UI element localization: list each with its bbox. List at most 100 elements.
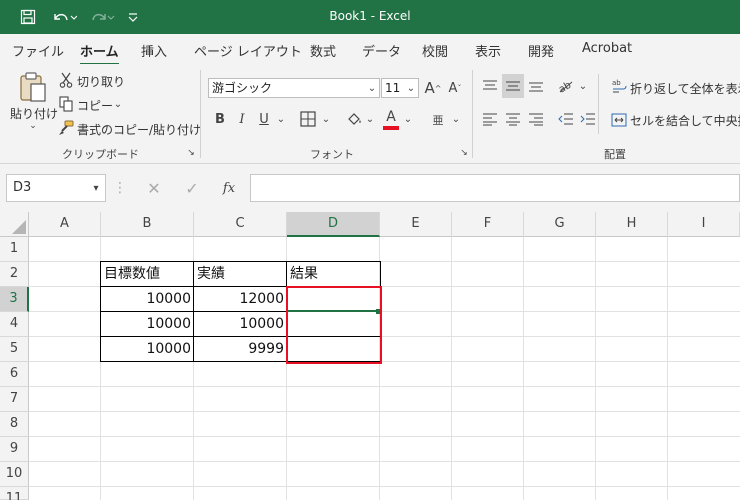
cut-button[interactable]: 切り取り: [77, 73, 125, 90]
column-header-d[interactable]: D: [287, 212, 380, 237]
row-header-8[interactable]: 8: [0, 412, 29, 437]
underline-button[interactable]: U: [255, 110, 273, 128]
tab-home[interactable]: ホーム: [80, 41, 119, 66]
row-header-4[interactable]: 4: [0, 312, 29, 337]
title-bar: Book1 - Excel: [0, 0, 740, 34]
column-header-f[interactable]: F: [452, 212, 524, 237]
paste-dropdown-icon[interactable]: ⌄: [26, 120, 40, 132]
format-painter-icon[interactable]: [58, 119, 74, 137]
column-header-h[interactable]: H: [596, 212, 668, 237]
font-color-icon[interactable]: A: [382, 108, 400, 126]
decrease-indent-icon[interactable]: [556, 110, 576, 128]
copy-dropdown-icon[interactable]: ⌄: [112, 97, 124, 111]
wrap-text-icon[interactable]: ab: [610, 76, 628, 96]
gridline: [29, 486, 740, 487]
merge-center-icon[interactable]: [610, 110, 628, 130]
align-left-icon[interactable]: [480, 110, 500, 128]
font-name-box[interactable]: 游ゴシック: [208, 78, 380, 98]
fill-handle[interactable]: [376, 309, 381, 314]
tab-developer[interactable]: 開発: [528, 41, 554, 60]
column-header-i[interactable]: I: [668, 212, 740, 237]
copy-button[interactable]: コピー: [77, 97, 113, 114]
cell-c4[interactable]: 10000: [194, 312, 286, 337]
column-header-g[interactable]: G: [524, 212, 596, 237]
merge-center-button[interactable]: セルを結合して中央揃え: [630, 112, 740, 129]
cell-d2[interactable]: 結果: [287, 262, 379, 287]
cell-d3[interactable]: [287, 287, 379, 312]
align-top-icon[interactable]: [480, 76, 500, 96]
align-right-icon[interactable]: [526, 110, 546, 128]
cancel-entry-icon[interactable]: ✕: [144, 178, 164, 198]
worksheet-grid[interactable]: A B C D E F G H I 1 2 3 4 5 6 7 8 9 10 1…: [0, 212, 740, 500]
borders-dropdown-icon[interactable]: ⌄: [320, 111, 332, 127]
tab-formulas[interactable]: 数式: [310, 41, 336, 60]
column-header-a[interactable]: A: [29, 212, 101, 237]
row-header-10[interactable]: 10: [0, 462, 29, 487]
borders-icon[interactable]: [298, 110, 318, 128]
tab-file[interactable]: ファイル: [12, 41, 64, 60]
grow-font-icon[interactable]: A ^: [423, 78, 443, 98]
format-painter-button[interactable]: 書式のコピー/貼り付け: [77, 121, 201, 138]
column-header-c[interactable]: C: [194, 212, 287, 237]
row-header-9[interactable]: 9: [0, 437, 29, 462]
row-header-6[interactable]: 6: [0, 362, 29, 387]
underline-dropdown-icon[interactable]: ⌄: [275, 111, 287, 127]
tab-page-layout[interactable]: ページ レイアウト: [194, 41, 302, 60]
bold-button[interactable]: B: [211, 110, 229, 128]
table-border: [100, 311, 381, 312]
row-header-7[interactable]: 7: [0, 387, 29, 412]
cell-d4[interactable]: [287, 312, 379, 337]
tab-acrobat[interactable]: Acrobat: [582, 41, 632, 56]
increase-indent-icon[interactable]: [578, 110, 598, 128]
clipboard-launcher-icon[interactable]: ↘: [186, 148, 196, 158]
cell-b5[interactable]: 10000: [101, 337, 193, 362]
font-size-dropdown-icon[interactable]: ⌄: [405, 80, 417, 96]
cell-d5[interactable]: [287, 337, 379, 362]
column-header-b[interactable]: B: [101, 212, 194, 237]
row-header-11[interactable]: 11: [0, 487, 29, 500]
align-bottom-icon[interactable]: [526, 76, 546, 96]
fill-color-dropdown-icon[interactable]: ⌄: [364, 111, 376, 127]
row-header-3[interactable]: 3: [0, 287, 29, 312]
cell-b2[interactable]: 目標数値: [101, 262, 193, 287]
select-all-corner[interactable]: [0, 212, 29, 237]
row-header-1[interactable]: 1: [0, 237, 29, 262]
phonetic-guide-icon[interactable]: 亜: [428, 110, 448, 130]
ribbon: 貼り付け ⌄ 切り取り コピー ⌄ 書式のコピー/貼り付け クリップボード ↘ …: [0, 64, 740, 164]
table-border: [100, 336, 381, 337]
gridline: [29, 436, 740, 437]
font-color-dropdown-icon[interactable]: ⌄: [402, 111, 414, 127]
phonetic-dropdown-icon[interactable]: ⌄: [450, 111, 462, 127]
confirm-entry-icon[interactable]: ✓: [182, 178, 202, 198]
tab-data[interactable]: データ: [362, 41, 401, 60]
tab-insert[interactable]: 挿入: [141, 41, 167, 60]
row-header-2[interactable]: 2: [0, 262, 29, 287]
paste-icon[interactable]: [16, 70, 50, 104]
align-center-icon[interactable]: [503, 110, 523, 128]
italic-button[interactable]: I: [233, 110, 251, 128]
align-middle-icon[interactable]: [502, 74, 524, 98]
svg-text:ab: ab: [612, 79, 621, 87]
tab-view[interactable]: 表示: [475, 41, 501, 60]
clipboard-group-label: クリップボード: [62, 148, 139, 161]
row-header-5[interactable]: 5: [0, 337, 29, 362]
font-name-dropdown-icon[interactable]: ⌄: [366, 80, 378, 96]
formula-input[interactable]: [250, 174, 740, 202]
name-box-dropdown-icon[interactable]: ▾: [90, 180, 102, 196]
cell-c5[interactable]: 9999: [194, 337, 286, 362]
wrap-text-button[interactable]: 折り返して全体を表示す: [630, 80, 740, 97]
tab-review[interactable]: 校閲: [422, 41, 448, 60]
shrink-font-icon[interactable]: Aˇ: [445, 78, 465, 98]
insert-function-icon[interactable]: fx: [218, 178, 240, 198]
cell-c2[interactable]: 実績: [194, 262, 286, 287]
fill-color-icon[interactable]: [344, 110, 364, 128]
column-header-e[interactable]: E: [380, 212, 452, 237]
orientation-icon[interactable]: ab: [556, 76, 576, 96]
cell-c3[interactable]: 12000: [194, 287, 286, 312]
cell-b4[interactable]: 10000: [101, 312, 193, 337]
cell-b3[interactable]: 10000: [101, 287, 193, 312]
font-launcher-icon[interactable]: ↘: [459, 148, 469, 158]
cut-icon[interactable]: [58, 71, 74, 89]
copy-icon[interactable]: [58, 95, 74, 113]
orientation-dropdown-icon[interactable]: ⌄: [577, 78, 589, 94]
